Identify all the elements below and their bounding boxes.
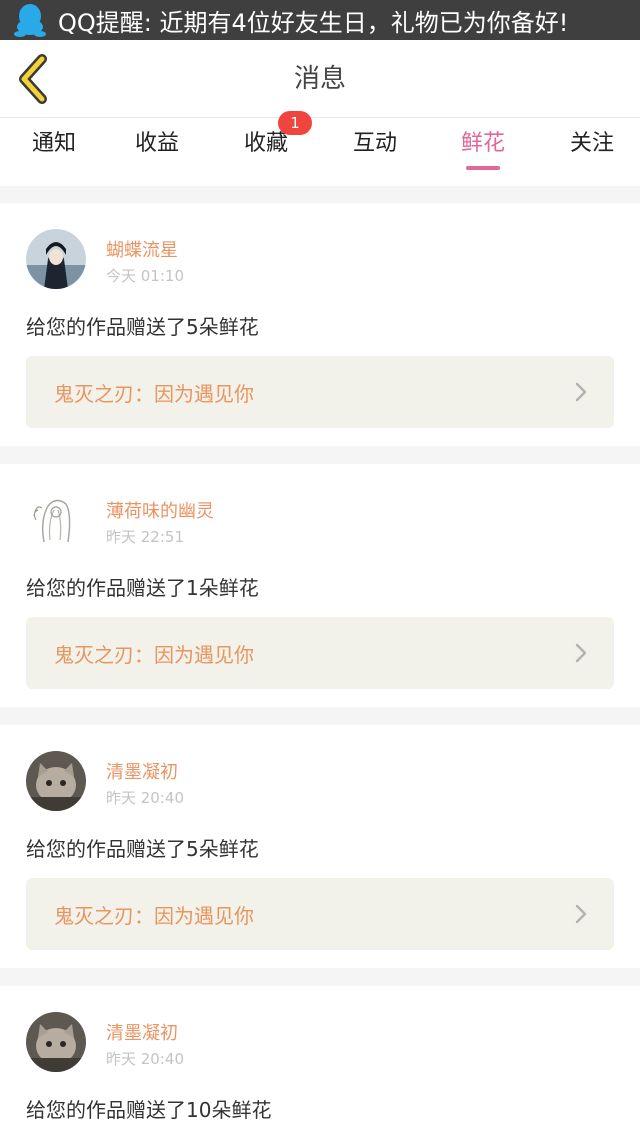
user-name[interactable]: 清墨凝初 (106, 758, 178, 784)
header: 消息 (0, 40, 640, 118)
tab-interaction[interactable]: 互动 (321, 118, 429, 186)
message-text: 给您的作品赠送了1朵鲜花 (26, 576, 259, 600)
list-item: 清墨凝初 昨天 20:40 给您的作品赠送了5朵鲜花 鬼灭之刃：因为遇见你 (0, 725, 640, 968)
work-title: 鬼灭之刃：因为遇见你 (54, 643, 254, 667)
message-time: 昨天 20:40 (106, 1050, 184, 1068)
work-title: 鬼灭之刃：因为遇见你 (54, 904, 254, 928)
active-tab-indicator (466, 166, 500, 170)
list-item: 薄荷味的幽灵 昨天 22:51 给您的作品赠送了1朵鲜花 鬼灭之刃：因为遇见你 (0, 464, 640, 707)
tab-flowers[interactable]: 鲜花 (429, 118, 537, 186)
notification-text: QQ提醒: 近期有4位好友生日，礼物已为你备好! (58, 8, 569, 37)
user-name[interactable]: 薄荷味的幽灵 (106, 497, 214, 523)
work-link[interactable]: 鬼灭之刃：因为遇见你 (26, 356, 614, 428)
user-name[interactable]: 蝴蝶流星 (106, 236, 178, 262)
user-name[interactable]: 清墨凝初 (106, 1019, 178, 1045)
unread-badge: 1 (278, 111, 312, 135)
tab-label: 收益 (134, 131, 179, 156)
tab-label: 鲜花 (460, 131, 505, 156)
work-link[interactable]: 鬼灭之刃：因为遇见你 (26, 617, 614, 689)
message-time: 今天 01:10 (106, 267, 184, 285)
message-time: 昨天 20:40 (106, 789, 184, 807)
tab-label: 通知 (31, 131, 76, 156)
tab-following[interactable]: 关注 (538, 118, 640, 186)
tab-notice[interactable]: 通知 (0, 118, 108, 186)
chevron-right-icon (575, 382, 587, 402)
work-link[interactable]: 鬼灭之刃：因为遇见你 (26, 878, 614, 950)
message-time: 昨天 22:51 (106, 528, 184, 546)
avatar[interactable] (26, 1012, 86, 1072)
tab-label: 关注 (569, 131, 614, 156)
list-item: 蝴蝶流星 今天 01:10 给您的作品赠送了5朵鲜花 鬼灭之刃：因为遇见你 (0, 203, 640, 446)
avatar[interactable] (26, 229, 86, 289)
qq-penguin-icon (14, 4, 46, 37)
tab-bar: 通知 收益 收藏 1 互动 鲜花 关注 (0, 111, 640, 186)
tab-label: 互动 (352, 131, 397, 156)
work-title: 鬼灭之刃：因为遇见你 (54, 382, 254, 406)
tab-label: 收藏 (243, 131, 288, 156)
avatar[interactable] (26, 490, 86, 550)
message-text: 给您的作品赠送了10朵鲜花 (26, 1098, 272, 1122)
message-text: 给您的作品赠送了5朵鲜花 (26, 315, 259, 339)
notification-bar[interactable]: QQ提醒: 近期有4位好友生日，礼物已为你备好! (0, 0, 640, 40)
list-item: 清墨凝初 昨天 20:40 给您的作品赠送了10朵鲜花 (0, 986, 640, 1138)
avatar[interactable] (26, 751, 86, 811)
chevron-right-icon (575, 904, 587, 924)
message-text: 给您的作品赠送了5朵鲜花 (26, 837, 259, 861)
chevron-right-icon (575, 643, 587, 663)
tab-earnings[interactable]: 收益 (103, 118, 211, 186)
page-title: 消息 (293, 64, 346, 94)
tab-favorites[interactable]: 收藏 1 (212, 111, 320, 186)
